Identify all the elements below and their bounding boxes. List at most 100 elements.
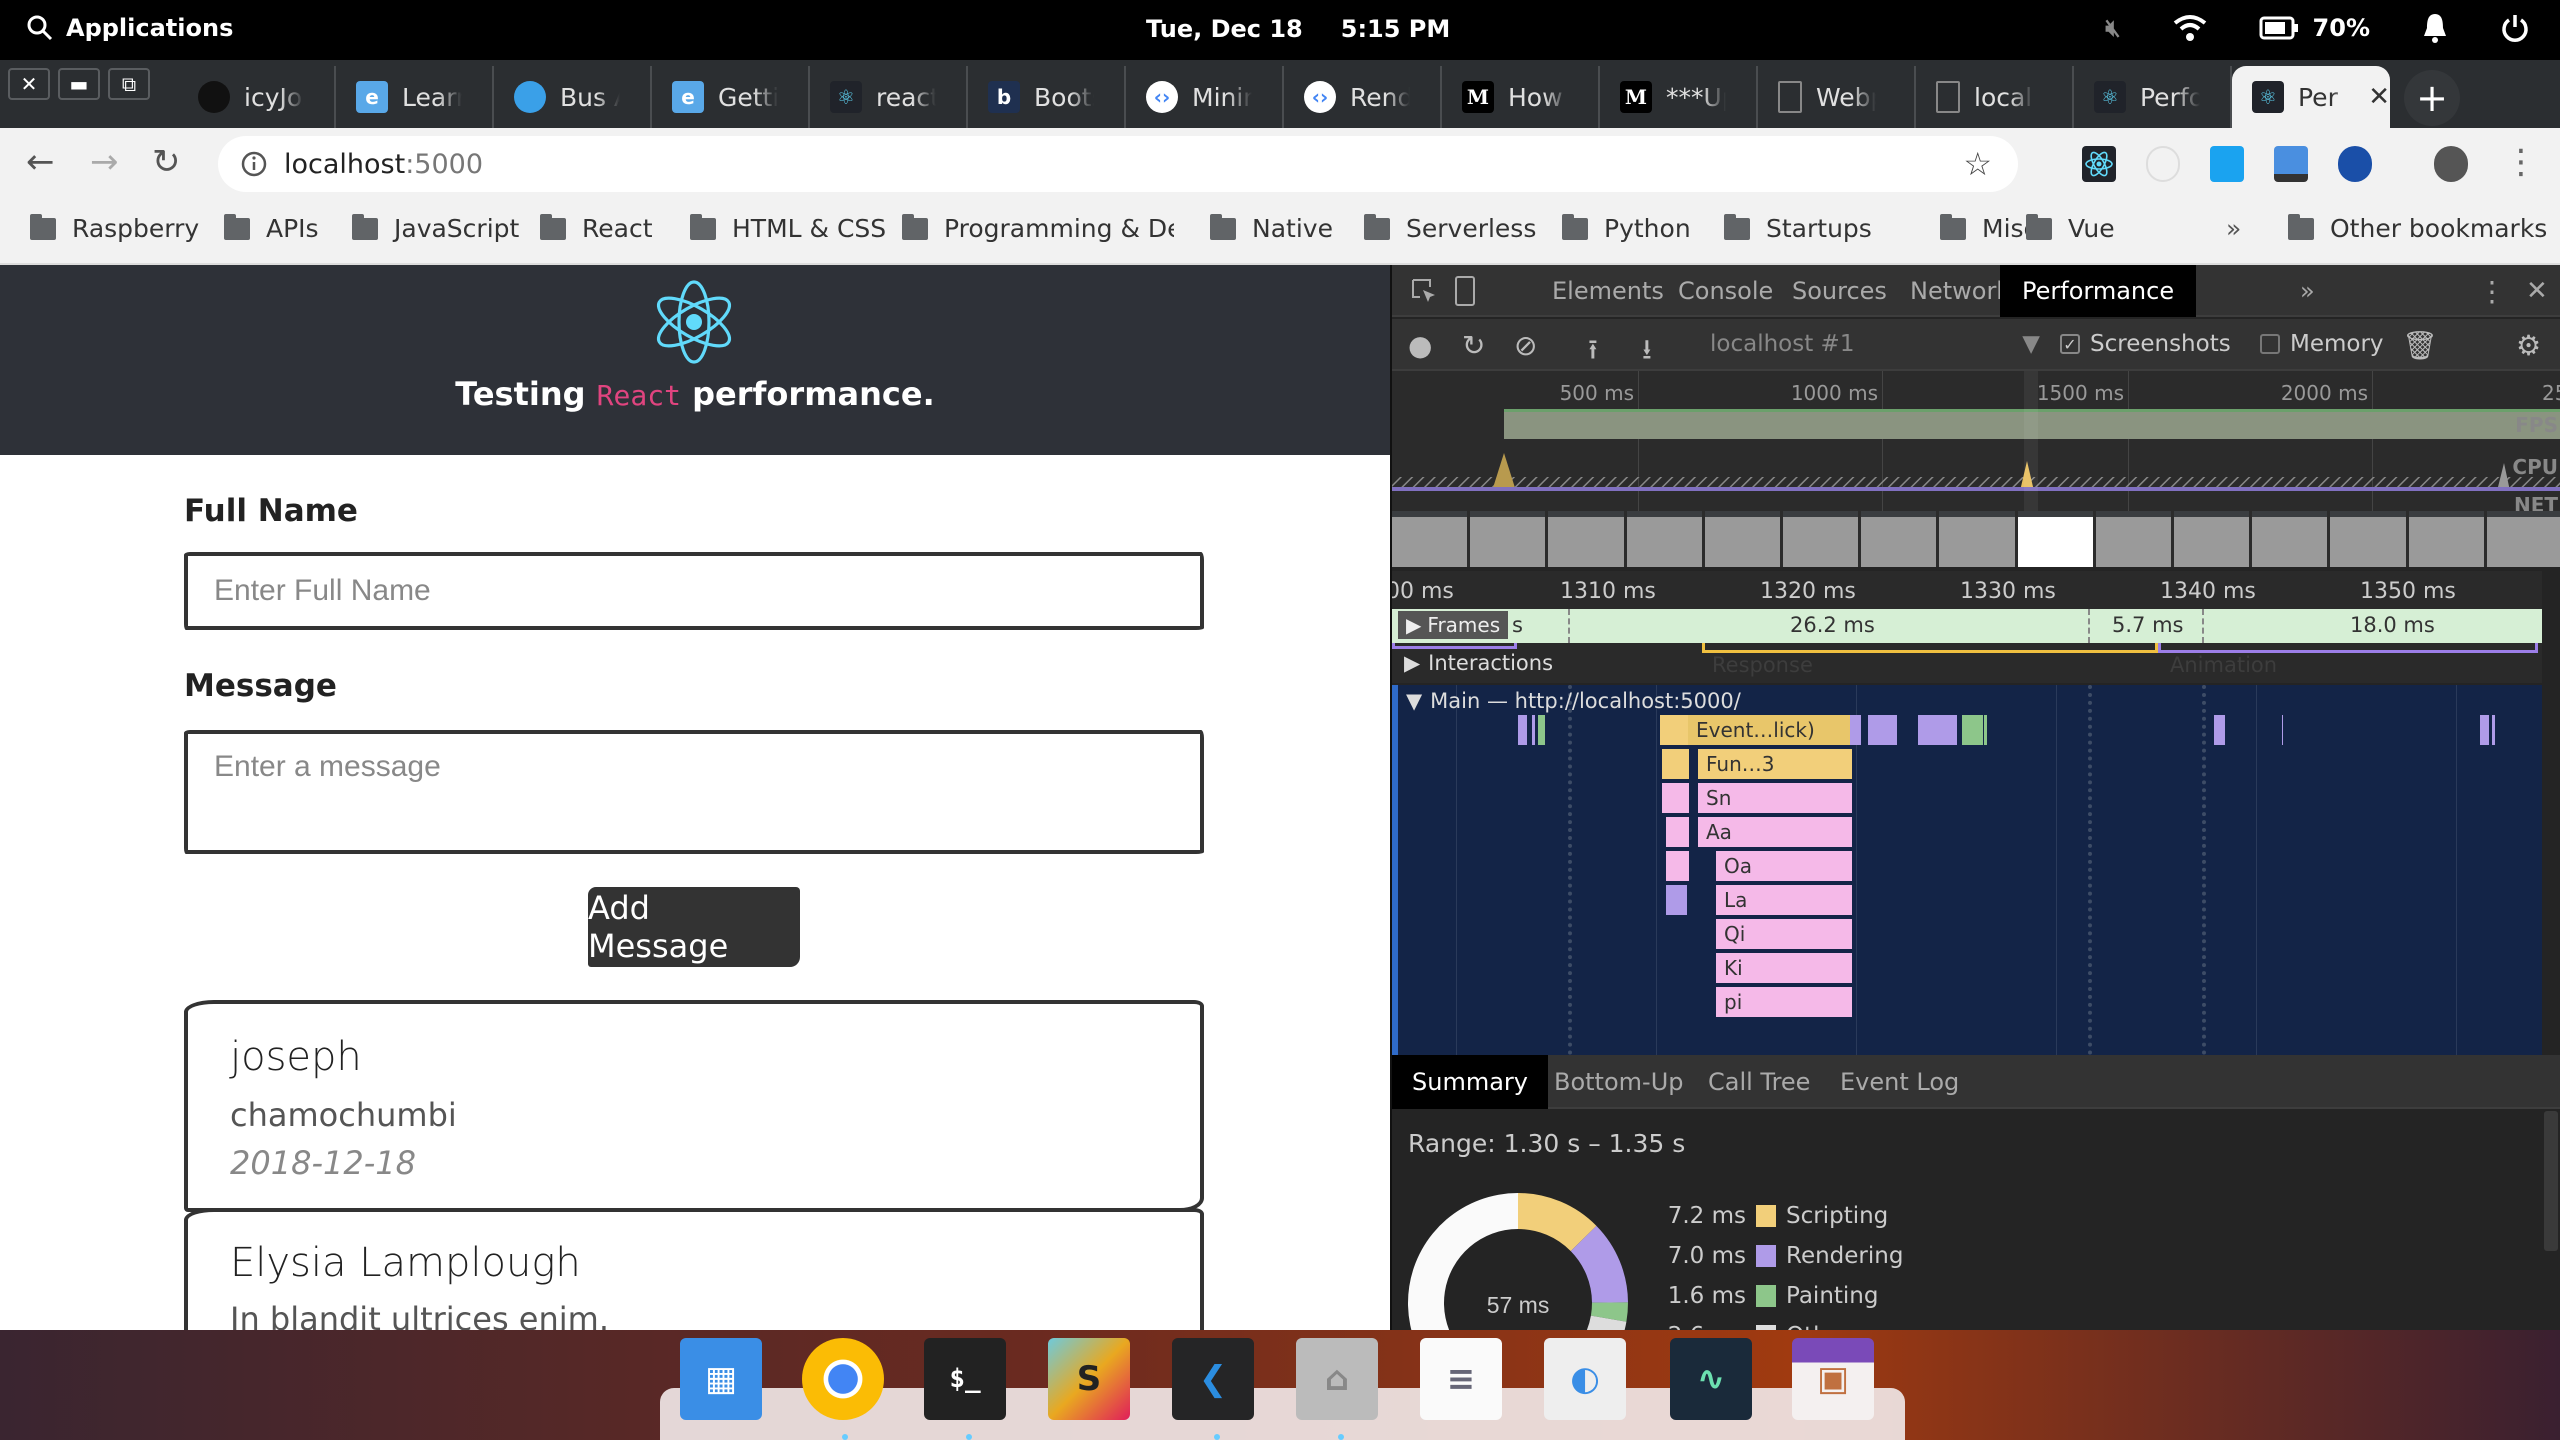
bookmark-folder[interactable]: Python [1562, 213, 1691, 243]
flame-block[interactable] [1662, 749, 1690, 779]
window-restore-button[interactable]: ⧉ [108, 68, 150, 100]
clock[interactable]: Tue, Dec 18 5:15 PM [1146, 15, 1450, 43]
flame-block[interactable] [1962, 715, 1984, 745]
profile-avatar[interactable] [2434, 146, 2468, 182]
flame-block[interactable] [1850, 715, 1862, 745]
filmstrip-screenshot[interactable] [2174, 511, 2250, 567]
power-icon[interactable] [2500, 13, 2530, 43]
reload-record-button[interactable]: ↻ [1462, 329, 1485, 362]
frames-track[interactable]: s 26.2 ms 5.7 ms 18.0 ms ▶ Frames [1392, 609, 2542, 643]
frame-duration[interactable]: 26.2 ms [1790, 613, 1875, 637]
window-minimize-button[interactable]: ▬ [58, 68, 100, 100]
filmstrip-screenshot[interactable] [1939, 511, 2015, 567]
main-thread-track[interactable]: ▼ Main — http://localhost:5000/ Event…lic… [1392, 685, 2542, 1225]
dock-multitasking-view-icon[interactable]: ▦ [680, 1338, 762, 1420]
flame-block[interactable]: Event…lick) [1688, 715, 1856, 745]
flame-block[interactable] [1538, 715, 1546, 745]
flame-block[interactable] [1666, 851, 1690, 881]
flame-block[interactable]: Sn [1698, 783, 1853, 813]
details-tab-summary[interactable]: Summary [1392, 1055, 1548, 1109]
devtools-tab-performance[interactable]: Performance [2000, 265, 2197, 317]
extension-gray-icon[interactable] [2146, 146, 2180, 182]
browser-tab[interactable]: ⚛ Perform [2074, 66, 2232, 128]
device-toolbar-icon[interactable] [1454, 275, 1476, 307]
filmstrip-screenshot[interactable] [1548, 511, 1624, 567]
flame-block[interactable]: Ki [1716, 953, 1853, 983]
bookmark-folder[interactable]: APIs [224, 213, 319, 243]
dock-system-settings-icon[interactable]: ◐ [1544, 1338, 1626, 1420]
browser-tab[interactable]: Webpa [1758, 66, 1916, 128]
record-button[interactable]: ● [1408, 329, 1432, 362]
extension-stripes-icon[interactable] [2338, 146, 2372, 182]
filmstrip-screenshot[interactable] [1783, 511, 1859, 567]
extension-blue-icon[interactable] [2210, 146, 2244, 182]
details-tab-call-tree[interactable]: Call Tree [1688, 1055, 1830, 1109]
filmstrip-screenshot[interactable] [1704, 511, 1781, 567]
filmstrip-screenshot[interactable] [2252, 511, 2328, 567]
more-tabs-button[interactable]: » [2278, 265, 2337, 317]
filmstrip-screenshot[interactable] [1392, 511, 1468, 567]
devtools-close-button[interactable]: ✕ [2504, 265, 2560, 317]
memory-checkbox[interactable]: Memory [2260, 331, 2384, 357]
flame-block[interactable] [1984, 715, 1988, 745]
add-message-button[interactable]: Add Message [588, 887, 800, 967]
screenshots-checkbox[interactable]: ✓ Screenshots [2060, 331, 2231, 357]
dock-slack-icon[interactable]: S [1048, 1338, 1130, 1420]
flame-block[interactable] [1868, 715, 1898, 745]
dock-chrome-icon[interactable] [802, 1338, 884, 1420]
bookmark-folder[interactable]: Misc [1940, 213, 2037, 243]
forward-button[interactable]: → [90, 142, 119, 182]
collect-garbage-icon[interactable]: 🗑︎ [2402, 329, 2438, 362]
address-bar[interactable]: localhost:5000 ☆ [218, 136, 2018, 192]
flame-block[interactable]: pi [1716, 987, 1853, 1017]
filmstrip-screenshot[interactable] [2330, 511, 2406, 567]
frame-duration[interactable]: s [1512, 613, 1523, 637]
flame-block[interactable] [1518, 715, 1528, 745]
main-track-toggle[interactable]: ▼ Main — http://localhost:5000/ [1406, 689, 1741, 713]
frame-duration[interactable]: 18.0 ms [2350, 613, 2435, 637]
browser-tab[interactable]: localho [1916, 66, 2074, 128]
react-devtools-extension-icon[interactable] [2082, 146, 2116, 182]
flame-block[interactable] [2282, 715, 2284, 745]
flame-block[interactable] [2480, 715, 2490, 745]
inspect-element-icon[interactable] [1410, 277, 1438, 305]
flame-block[interactable] [1662, 783, 1690, 813]
bookmark-folder[interactable]: JavaScript [352, 213, 519, 243]
dock-vscode-icon[interactable]: ❮ [1172, 1338, 1254, 1420]
flame-block[interactable]: La [1716, 885, 1853, 915]
extension-clipper-icon[interactable] [2274, 146, 2308, 182]
flame-block[interactable]: Qi [1716, 919, 1853, 949]
bookmarks-overflow-button[interactable]: » [2226, 214, 2241, 243]
browser-tab[interactable]: ⚛ reactst [810, 66, 968, 128]
frame-duration[interactable]: 5.7 ms [2112, 613, 2183, 637]
filmstrip-screenshot[interactable] [1861, 511, 1937, 567]
full-name-input[interactable]: Enter Full Name [184, 552, 1204, 630]
settings-gear-icon[interactable]: ⚙ [2516, 329, 2541, 362]
message-textarea[interactable]: Enter a message [184, 730, 1204, 854]
summary-scrollbar[interactable] [2544, 1111, 2558, 1251]
filmstrip-screenshot[interactable] [2486, 511, 2560, 567]
browser-tab[interactable]: e Learning [336, 66, 494, 128]
flame-block[interactable]: Aa [1698, 817, 1853, 847]
bookmark-folder[interactable]: Programming & Des [902, 213, 1174, 243]
bell-icon[interactable] [2422, 12, 2448, 44]
filmstrip-screenshot[interactable] [2408, 511, 2484, 567]
flame-block[interactable] [1666, 885, 1688, 915]
timeline-overview[interactable]: 500 ms1000 ms1500 ms2000 ms250 FPS CPU N… [1392, 371, 2560, 567]
bookmark-folder[interactable]: Raspberry [30, 213, 199, 243]
flame-block[interactable] [1918, 715, 1958, 745]
browser-tab[interactable]: M How to [1442, 66, 1600, 128]
flame-block[interactable]: Oa [1716, 851, 1853, 881]
chrome-menu-icon[interactable]: ⋮ [2504, 142, 2538, 182]
bookmark-folder[interactable]: Vue [2026, 213, 2115, 243]
wifi-icon[interactable] [2173, 13, 2207, 43]
window-close-button[interactable]: ✕ [8, 68, 50, 100]
dock-text-editor-icon[interactable]: ≡ [1420, 1338, 1502, 1420]
filmstrip-screenshot[interactable] [2017, 511, 2093, 567]
other-bookmarks[interactable]: Other bookmarks [2288, 213, 2547, 243]
browser-tab[interactable]: M ***Upd [1600, 66, 1758, 128]
info-icon[interactable] [240, 150, 268, 178]
flame-block[interactable] [1660, 715, 1690, 745]
recording-select[interactable]: localhost #1 ▼ [1710, 331, 2040, 357]
clear-button[interactable]: ⊘ [1514, 329, 1537, 362]
